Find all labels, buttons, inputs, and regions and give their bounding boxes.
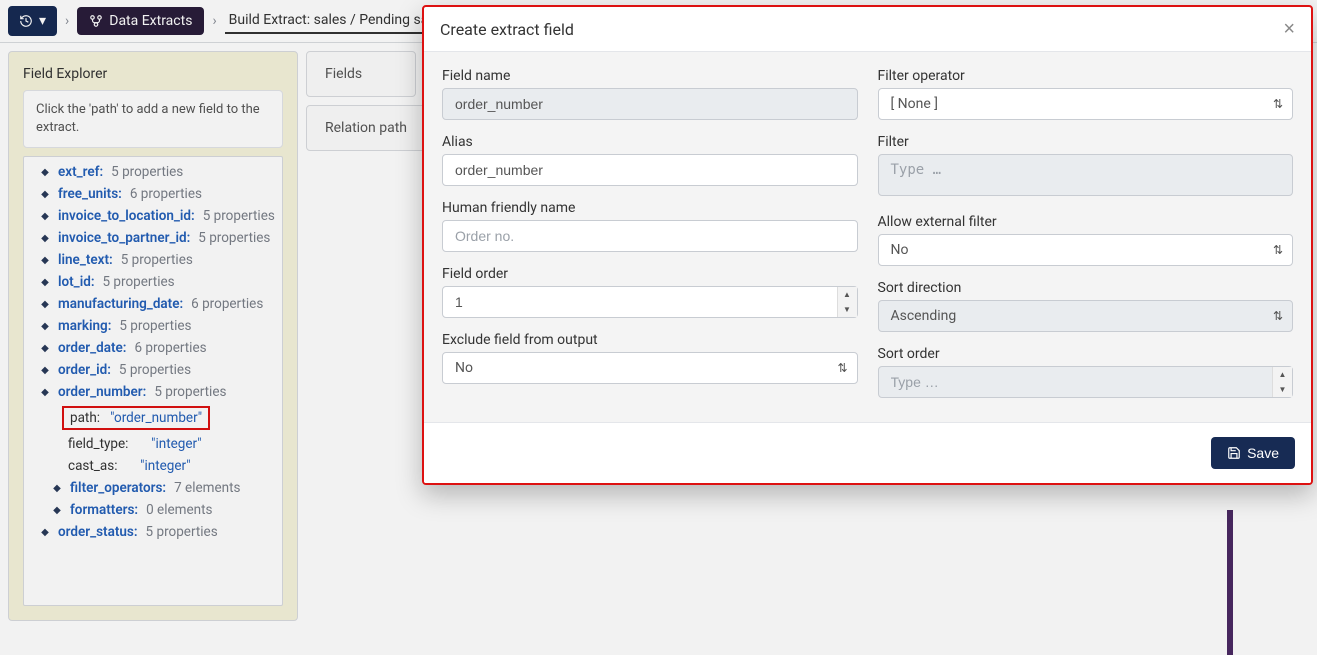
close-button[interactable]: × [1283,19,1295,39]
human-name-label: Human friendly name [442,200,858,216]
filter-operator-label: Filter operator [878,68,1294,84]
field-order-label: Field order [442,266,858,282]
human-name-input[interactable] [442,220,858,252]
filter-operator-select[interactable]: [ None ] ⇅ [878,88,1294,120]
allow-external-label: Allow external filter [878,214,1294,230]
alias-label: Alias [442,134,858,150]
save-icon [1227,446,1241,460]
filter-label: Filter [878,134,1294,150]
field-name-input[interactable] [442,88,858,120]
save-button[interactable]: Save [1211,437,1295,469]
sort-order-input[interactable] [878,366,1294,398]
field-name-label: Field name [442,68,858,84]
allow-external-select[interactable]: No ⇅ [878,234,1294,266]
sort-direction-label: Sort direction [878,280,1294,296]
modal-title: Create extract field [440,20,574,39]
step-down-icon[interactable]: ▼ [838,302,857,317]
alias-input[interactable] [442,154,858,186]
step-up-icon[interactable]: ▲ [1273,367,1292,382]
step-down-icon[interactable]: ▼ [1273,382,1292,397]
filter-textarea[interactable] [878,154,1294,196]
field-order-input[interactable] [442,286,858,318]
sort-direction-select[interactable]: Ascending ⇅ [878,300,1294,332]
create-extract-field-modal: Create extract field × Field name Alias … [422,5,1313,485]
exclude-label: Exclude field from output [442,332,858,348]
exclude-select[interactable]: No ⇅ [442,352,858,384]
sort-order-label: Sort order [878,346,1294,362]
field-order-stepper[interactable]: ▲▼ [442,286,858,318]
step-up-icon[interactable]: ▲ [838,287,857,302]
sort-order-stepper[interactable]: ▲▼ [878,366,1294,398]
